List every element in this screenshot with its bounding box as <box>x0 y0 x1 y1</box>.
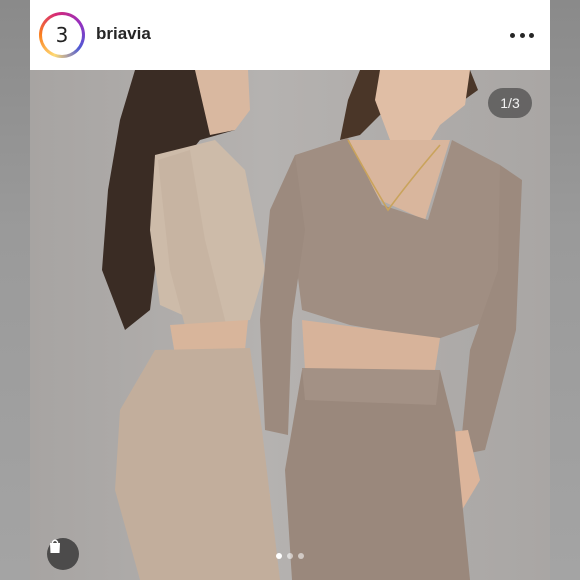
post-header: 3 briavia <box>30 0 550 70</box>
shopping-bag-icon <box>50 539 60 553</box>
more-dot <box>510 32 515 38</box>
photo-illustration <box>102 70 522 580</box>
carousel-dot <box>276 553 282 559</box>
post-photo[interactable]: 1/3 <box>30 70 550 580</box>
left-model-leggings <box>115 348 280 580</box>
image-counter: 1/3 <box>488 88 532 118</box>
username[interactable]: briavia <box>96 24 151 44</box>
carousel-dot <box>287 553 293 559</box>
more-dot <box>519 32 525 38</box>
instagram-post: 3 briavia 1/3 <box>30 0 550 580</box>
right-model-face <box>375 70 470 150</box>
more-dot <box>529 32 534 38</box>
profile-avatar[interactable]: 3 <box>39 12 85 58</box>
shop-button[interactable] <box>47 538 79 570</box>
avatar-logo: 3 <box>42 15 82 55</box>
carousel-indicator <box>276 553 304 559</box>
carousel-dot <box>298 553 304 559</box>
right-model-waistband <box>302 368 440 405</box>
more-options-icon[interactable] <box>510 28 534 42</box>
